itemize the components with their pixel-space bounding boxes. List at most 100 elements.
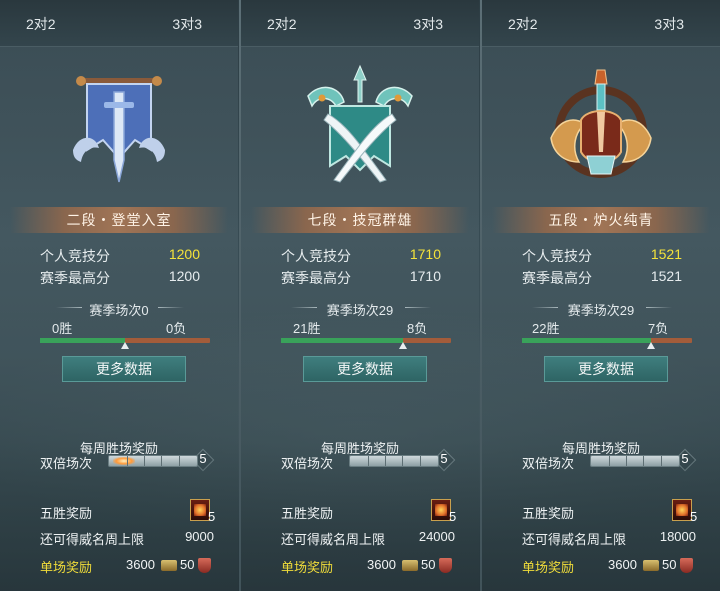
single-reward-row: 单场奖励 3600 50: [40, 557, 220, 577]
double-matches-count: 5: [193, 451, 213, 469]
wins-count: 22胜: [532, 321, 560, 336]
weekly-cap-value: 24000: [418, 529, 455, 544]
score-value: 1200: [168, 246, 200, 262]
five-win-label: 五胜奖励: [522, 506, 575, 521]
wins-count: 0胜: [52, 321, 73, 336]
mode-tabs: 2对2 3对3: [482, 0, 720, 47]
single-reward-row: 单场奖励 3600 50: [281, 557, 461, 577]
best-row: 赛季最高分 1200: [40, 268, 200, 288]
win-fill: [522, 338, 651, 343]
rank-panel-2v2-b: 2对2 3对3 七段・技冠群雄 个人竞技分 1710 赛季最高分 1710 赛季…: [241, 0, 479, 591]
double-matches-bar: [349, 455, 439, 467]
more-data-button[interactable]: 更多数据: [544, 356, 668, 382]
rank-title: 二段・登堂入室: [10, 207, 228, 233]
chest-icon[interactable]: [672, 499, 692, 521]
single-reward-honor: 50: [180, 557, 195, 572]
shield-icon: [198, 558, 211, 573]
double-matches-count: 5: [434, 451, 454, 469]
wins-count: 21胜: [293, 321, 321, 336]
score-row: 个人竞技分 1200: [40, 246, 200, 266]
single-reward-coins: 3600: [608, 557, 637, 572]
ratio-marker-icon: [647, 342, 655, 349]
chest-count: 5: [208, 509, 216, 524]
win-loss-bar: [522, 338, 692, 349]
weekly-cap-label: 还可得威名周上限: [522, 532, 627, 547]
shield-icon: [680, 558, 693, 573]
five-win-label: 五胜奖励: [281, 506, 334, 521]
best-value: 1521: [650, 268, 682, 284]
more-data-button[interactable]: 更多数据: [62, 356, 186, 382]
tab-2v2[interactable]: 2对2: [508, 14, 538, 34]
weekly-cap-label: 还可得威名周上限: [40, 532, 145, 547]
tab-3v3[interactable]: 3对3: [172, 14, 202, 34]
best-row: 赛季最高分 1710: [281, 268, 441, 288]
double-matches-label: 双倍场次: [522, 456, 575, 471]
score-row: 个人竞技分 1710: [281, 246, 441, 266]
season-matches: 赛季场次29: [567, 303, 635, 318]
blue-banner-sword-emblem: [73, 76, 165, 183]
more-data-button[interactable]: 更多数据: [303, 356, 427, 382]
single-reward-label: 单场奖励: [522, 560, 575, 575]
losses-count: 7负: [648, 321, 669, 336]
single-reward-coins: 3600: [126, 557, 155, 572]
single-reward-honor: 50: [421, 557, 436, 572]
single-reward-coins: 3600: [367, 557, 396, 572]
score-value: 1521: [650, 246, 682, 262]
crossed-swords-emblem: [307, 64, 413, 183]
win-fill: [40, 338, 125, 343]
ratio-marker-icon: [121, 342, 129, 349]
losses-count: 0负: [166, 321, 187, 336]
double-matches-label: 双倍场次: [281, 456, 334, 471]
rank-title: 七段・技冠群雄: [251, 207, 469, 233]
double-matches-bar: [590, 455, 680, 467]
mode-tabs: 2对2 3对3: [241, 0, 479, 47]
weekly-cap-value: 18000: [659, 529, 696, 544]
single-reward-row: 单场奖励 3600 50: [522, 557, 702, 577]
score-label: 个人竞技分: [40, 248, 110, 264]
chest-count: 5: [690, 509, 698, 524]
season-matches: 赛季场次29: [326, 303, 394, 318]
score-value: 1710: [409, 246, 441, 262]
score-row: 个人竞技分 1521: [522, 246, 682, 266]
win-loss-bar: [40, 338, 210, 349]
losses-count: 8负: [407, 321, 428, 336]
best-value: 1710: [409, 268, 441, 284]
five-win-label: 五胜奖励: [40, 506, 93, 521]
coin-icon: [643, 560, 659, 571]
shield-icon: [439, 558, 452, 573]
best-value: 1200: [168, 268, 200, 284]
bronze-winged-sword-emblem: [550, 69, 652, 178]
ember-icon: [113, 457, 135, 465]
tab-3v3[interactable]: 3对3: [654, 14, 684, 34]
win-loss-bar: [281, 338, 451, 349]
score-label: 个人竞技分: [522, 248, 592, 264]
coin-icon: [402, 560, 418, 571]
rank-title: 五段・炉火纯青: [492, 207, 710, 233]
score-label: 个人竞技分: [281, 248, 351, 264]
chest-count: 5: [449, 509, 457, 524]
win-fill: [281, 338, 403, 343]
weekly-cap-value: 9000: [185, 529, 214, 544]
single-reward-label: 单场奖励: [40, 560, 93, 575]
double-matches-label: 双倍场次: [40, 456, 93, 471]
best-label: 赛季最高分: [40, 270, 110, 286]
double-matches-count: 5: [675, 451, 695, 469]
tab-2v2[interactable]: 2对2: [267, 14, 297, 34]
rank-panel-2v2-c: 2对2 3对3 五段・炉火纯青 个人竞技分 1521 赛季最高分 1521 赛季…: [482, 0, 720, 591]
rank-panel-2v2-a: 2对2 3对3 二段・登堂入室 个人竞技分 1200 赛季最高分 1200 赛季…: [0, 0, 238, 591]
single-reward-label: 单场奖励: [281, 560, 334, 575]
chest-icon[interactable]: [190, 499, 210, 521]
weekly-cap-label: 还可得威名周上限: [281, 532, 386, 547]
best-label: 赛季最高分: [522, 270, 592, 286]
chest-icon[interactable]: [431, 499, 451, 521]
mode-tabs: 2对2 3对3: [0, 0, 238, 47]
ornament-right: [405, 307, 431, 308]
single-reward-honor: 50: [662, 557, 677, 572]
season-matches: 赛季场次0: [89, 303, 149, 318]
ornament-right: [646, 307, 672, 308]
coin-icon: [161, 560, 177, 571]
tab-3v3[interactable]: 3对3: [413, 14, 443, 34]
double-matches-bar: [108, 455, 198, 467]
tab-2v2[interactable]: 2对2: [26, 14, 56, 34]
best-row: 赛季最高分 1521: [522, 268, 682, 288]
